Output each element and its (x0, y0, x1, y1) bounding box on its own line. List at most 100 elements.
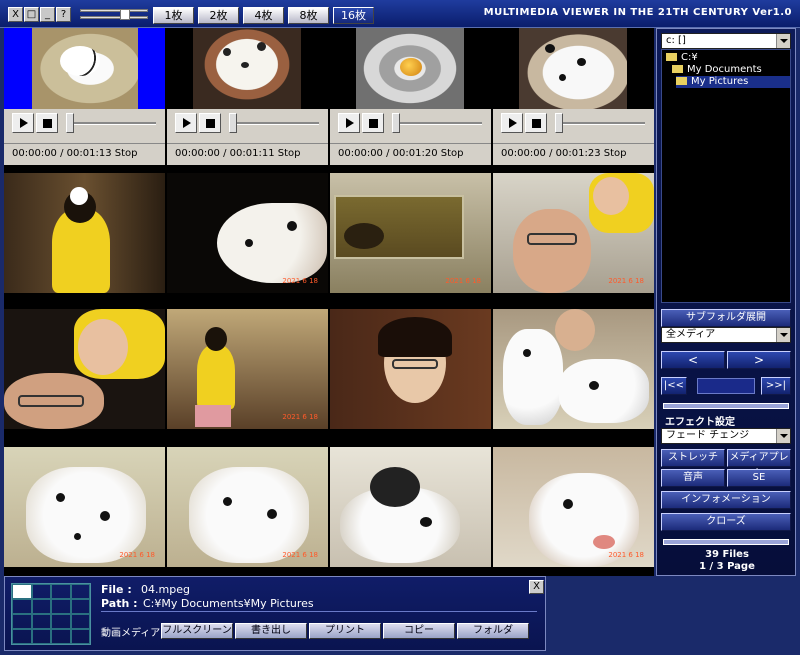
drive-select[interactable]: c: [] (661, 33, 791, 49)
stretch-button[interactable]: ストレッチ (661, 449, 725, 467)
video-cell[interactable]: 00:00:00 / 00:01:11 Stop (167, 28, 328, 165)
stop-button[interactable] (362, 113, 384, 133)
stop-button[interactable] (199, 113, 221, 133)
seek-thumb[interactable] (66, 113, 74, 133)
tree-item-my-pictures[interactable]: My Pictures (676, 76, 790, 88)
file-info-bar: File : 04.mpeg Path : C:¥My Documents¥My… (4, 576, 546, 651)
chevron-down-icon[interactable] (776, 429, 790, 443)
photo-thumbnail[interactable] (330, 309, 491, 429)
stop-button[interactable] (36, 113, 58, 133)
photo-date-stamp: 2021 6 18 (445, 277, 481, 285)
video-thumbnail[interactable] (167, 28, 328, 109)
drive-select-value: c: [] (666, 35, 686, 46)
layout-1-button[interactable]: 1枚 (153, 7, 194, 24)
photo-thumbnail[interactable]: 2021 6 18 (330, 173, 491, 293)
path-value: C:¥My Documents¥My Pictures (143, 597, 314, 610)
play-button[interactable] (338, 113, 360, 133)
layout-16-button[interactable]: 16枚 (333, 7, 374, 24)
seek-track[interactable] (557, 122, 645, 125)
folder-tree: C:¥ My Documents My Pictures (661, 49, 791, 303)
photo-thumbnail[interactable]: 2021 6 18 (493, 447, 654, 567)
photo-thumbnail[interactable]: 2021 6 18 (4, 447, 165, 567)
subfolder-expand-button[interactable]: サブフォルダ展開 (661, 309, 791, 327)
seek-thumb[interactable] (555, 113, 563, 133)
play-button[interactable] (12, 113, 34, 133)
seek-track[interactable] (394, 122, 482, 125)
restore-button[interactable]: □ (24, 7, 39, 22)
title-bar: X □ _ ? 1枚 2枚 4枚 8枚 16枚 MULTIMEDIA VIEWE… (0, 0, 800, 28)
media-filter-select[interactable]: 全メディア (661, 327, 791, 343)
path-label: Path : (101, 597, 138, 610)
close-icon[interactable]: X (529, 580, 544, 594)
video-time: 00:00:00 / 00:01:20 Stop (330, 143, 491, 165)
effect-settings-label: エフェクト設定 (665, 417, 735, 428)
video-thumbnail[interactable] (330, 28, 491, 109)
stop-icon (43, 119, 52, 128)
sound-button[interactable]: 音声 (661, 469, 725, 487)
prev-button[interactable]: < (661, 351, 725, 369)
close-panel-button[interactable]: クローズ (661, 513, 791, 531)
photo-thumbnail[interactable]: 2021 6 18 (493, 173, 654, 293)
photo-thumbnail[interactable] (493, 309, 654, 429)
photo-thumbnail[interactable] (4, 309, 165, 429)
stop-icon (206, 119, 215, 128)
copy-button[interactable]: コピー (383, 623, 455, 639)
video-player: 00:00:00 / 00:01:23 Stop (493, 109, 654, 165)
stop-button[interactable] (525, 113, 547, 133)
file-label: File : (101, 583, 132, 596)
first-page-button[interactable]: |<< (661, 377, 687, 395)
minimize-button[interactable]: _ (40, 7, 55, 22)
photo-date-stamp: 2021 6 18 (608, 277, 644, 285)
video-cell[interactable]: 00:00:00 / 00:01:13 Stop (4, 28, 165, 165)
close-button[interactable]: X (8, 7, 23, 22)
play-icon (346, 118, 354, 128)
last-page-button[interactable]: >>| (761, 377, 791, 395)
photo-thumbnail[interactable]: 2021 6 18 (167, 173, 328, 293)
layout-8-button[interactable]: 8枚 (288, 7, 329, 24)
play-icon (183, 118, 191, 128)
layout-2-button[interactable]: 2枚 (198, 7, 239, 24)
photo-thumbnail[interactable] (330, 447, 491, 567)
chevron-down-icon[interactable] (776, 328, 790, 342)
video-cell[interactable]: 00:00:00 / 00:01:23 Stop (493, 28, 654, 165)
seek-thumb[interactable] (392, 113, 400, 133)
play-button[interactable] (175, 113, 197, 133)
play-icon (20, 118, 28, 128)
tree-item-c-drive[interactable]: C:¥ (666, 52, 790, 64)
video-player: 00:00:00 / 00:01:11 Stop (167, 109, 328, 165)
video-thumbnail[interactable] (4, 28, 165, 109)
media-filter-value: 全メディア (666, 329, 716, 340)
se-button[interactable]: SE (727, 469, 791, 487)
seek-track[interactable] (231, 122, 319, 125)
file-count: 39 Files 1 / 3 Page (657, 549, 797, 573)
effect-select[interactable]: フェード チェンジ (661, 428, 791, 444)
media-player-button[interactable]: メディアプレーヤー (727, 449, 791, 479)
help-button[interactable]: ? (56, 7, 71, 22)
photo-thumbnail[interactable]: 2021 6 18 (167, 309, 328, 429)
chevron-down-icon[interactable] (776, 34, 790, 48)
photo-date-stamp: 2021 6 18 (282, 551, 318, 559)
photo-thumbnail[interactable] (4, 173, 165, 293)
export-button[interactable]: 書き出し (235, 623, 307, 639)
stop-icon (369, 119, 378, 128)
folder-icon (666, 53, 677, 61)
seek-track[interactable] (68, 122, 156, 125)
seek-thumb[interactable] (229, 113, 237, 133)
layout-map[interactable] (11, 583, 91, 645)
photo-thumbnail[interactable]: 2021 6 18 (167, 447, 328, 567)
information-button[interactable]: インフォメーション (661, 491, 791, 509)
photo-date-stamp: 2021 6 18 (119, 551, 155, 559)
layout-4-button[interactable]: 4枚 (243, 7, 284, 24)
play-button[interactable] (501, 113, 523, 133)
folder-button[interactable]: フォルダ (457, 623, 529, 639)
size-slider[interactable] (80, 8, 148, 22)
fullscreen-button[interactable]: フルスクリーン (161, 623, 233, 639)
print-button[interactable]: プリント (309, 623, 381, 639)
next-button[interactable]: > (727, 351, 791, 369)
tree-item-my-documents[interactable]: My Documents (672, 64, 790, 76)
video-cell[interactable]: 00:00:00 / 00:01:20 Stop (330, 28, 491, 165)
video-thumbnail[interactable] (493, 28, 654, 109)
video-time: 00:00:00 / 00:01:13 Stop (4, 143, 165, 165)
video-player: 00:00:00 / 00:01:13 Stop (4, 109, 165, 165)
page-slider[interactable] (663, 403, 789, 409)
